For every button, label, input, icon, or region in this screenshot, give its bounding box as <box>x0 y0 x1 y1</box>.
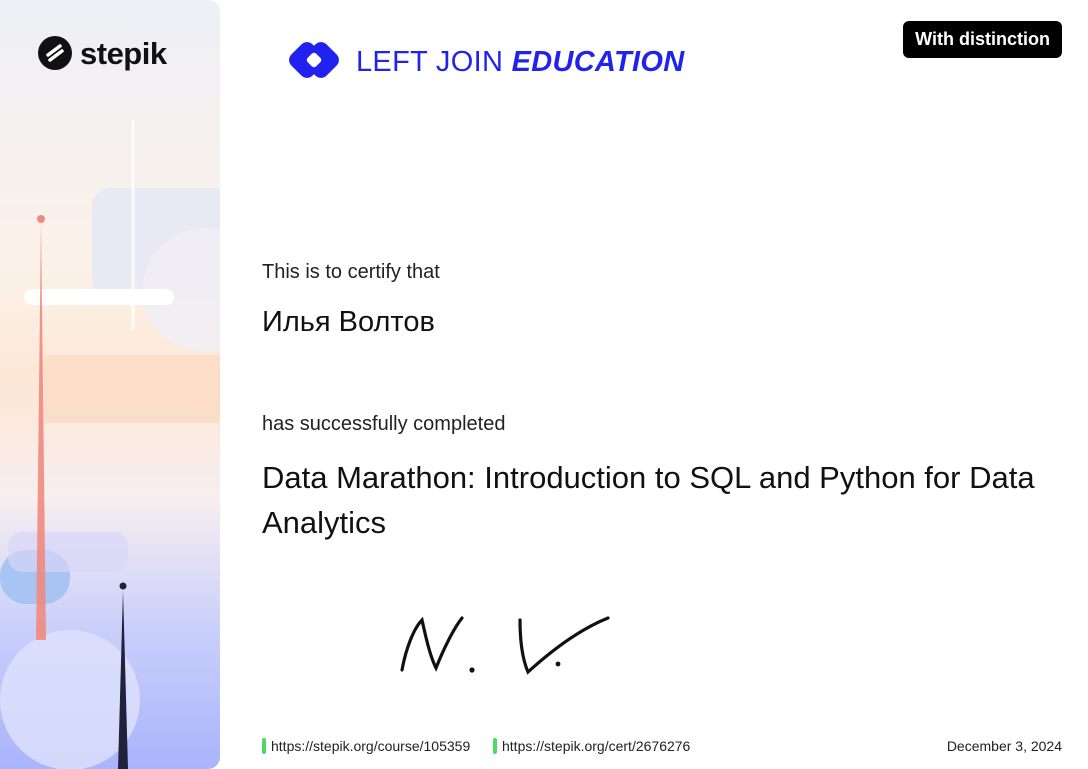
issue-date: December 3, 2024 <box>946 738 1062 754</box>
cert-url[interactable]: https://stepik.org/cert/2676276 <box>502 738 690 754</box>
partner-name-part1: LEFT JOIN <box>356 45 512 78</box>
link-bar-icon <box>493 738 497 754</box>
recipient-name: Илья Волтов <box>262 306 435 338</box>
link-bar-icon <box>262 738 266 754</box>
distinction-badge: With distinction <box>903 21 1062 58</box>
left-join-logo-icon <box>289 42 339 78</box>
signature-drawing <box>400 616 610 675</box>
stepik-logo-icon <box>38 36 72 70</box>
cert-link[interactable]: https://stepik.org/cert/2676276 <box>493 738 690 754</box>
certify-intro: This is to certify that <box>262 261 440 283</box>
completed-text: has successfully completed <box>262 413 506 435</box>
course-url[interactable]: https://stepik.org/course/105359 <box>271 738 470 754</box>
stepik-wordmark: stepik <box>80 35 167 71</box>
partner-logo: LEFT JOIN EDUCATION <box>284 40 685 84</box>
partner-name: LEFT JOIN EDUCATION <box>356 46 685 79</box>
stepik-logo: stepik <box>38 36 167 70</box>
course-link[interactable]: https://stepik.org/course/105359 <box>262 738 470 754</box>
decorative-sidebar <box>0 0 220 769</box>
course-title: Data Marathon: Introduction to SQL and P… <box>262 460 1035 540</box>
sidebar-art <box>0 120 220 769</box>
partner-name-part2: EDUCATION <box>511 45 685 78</box>
